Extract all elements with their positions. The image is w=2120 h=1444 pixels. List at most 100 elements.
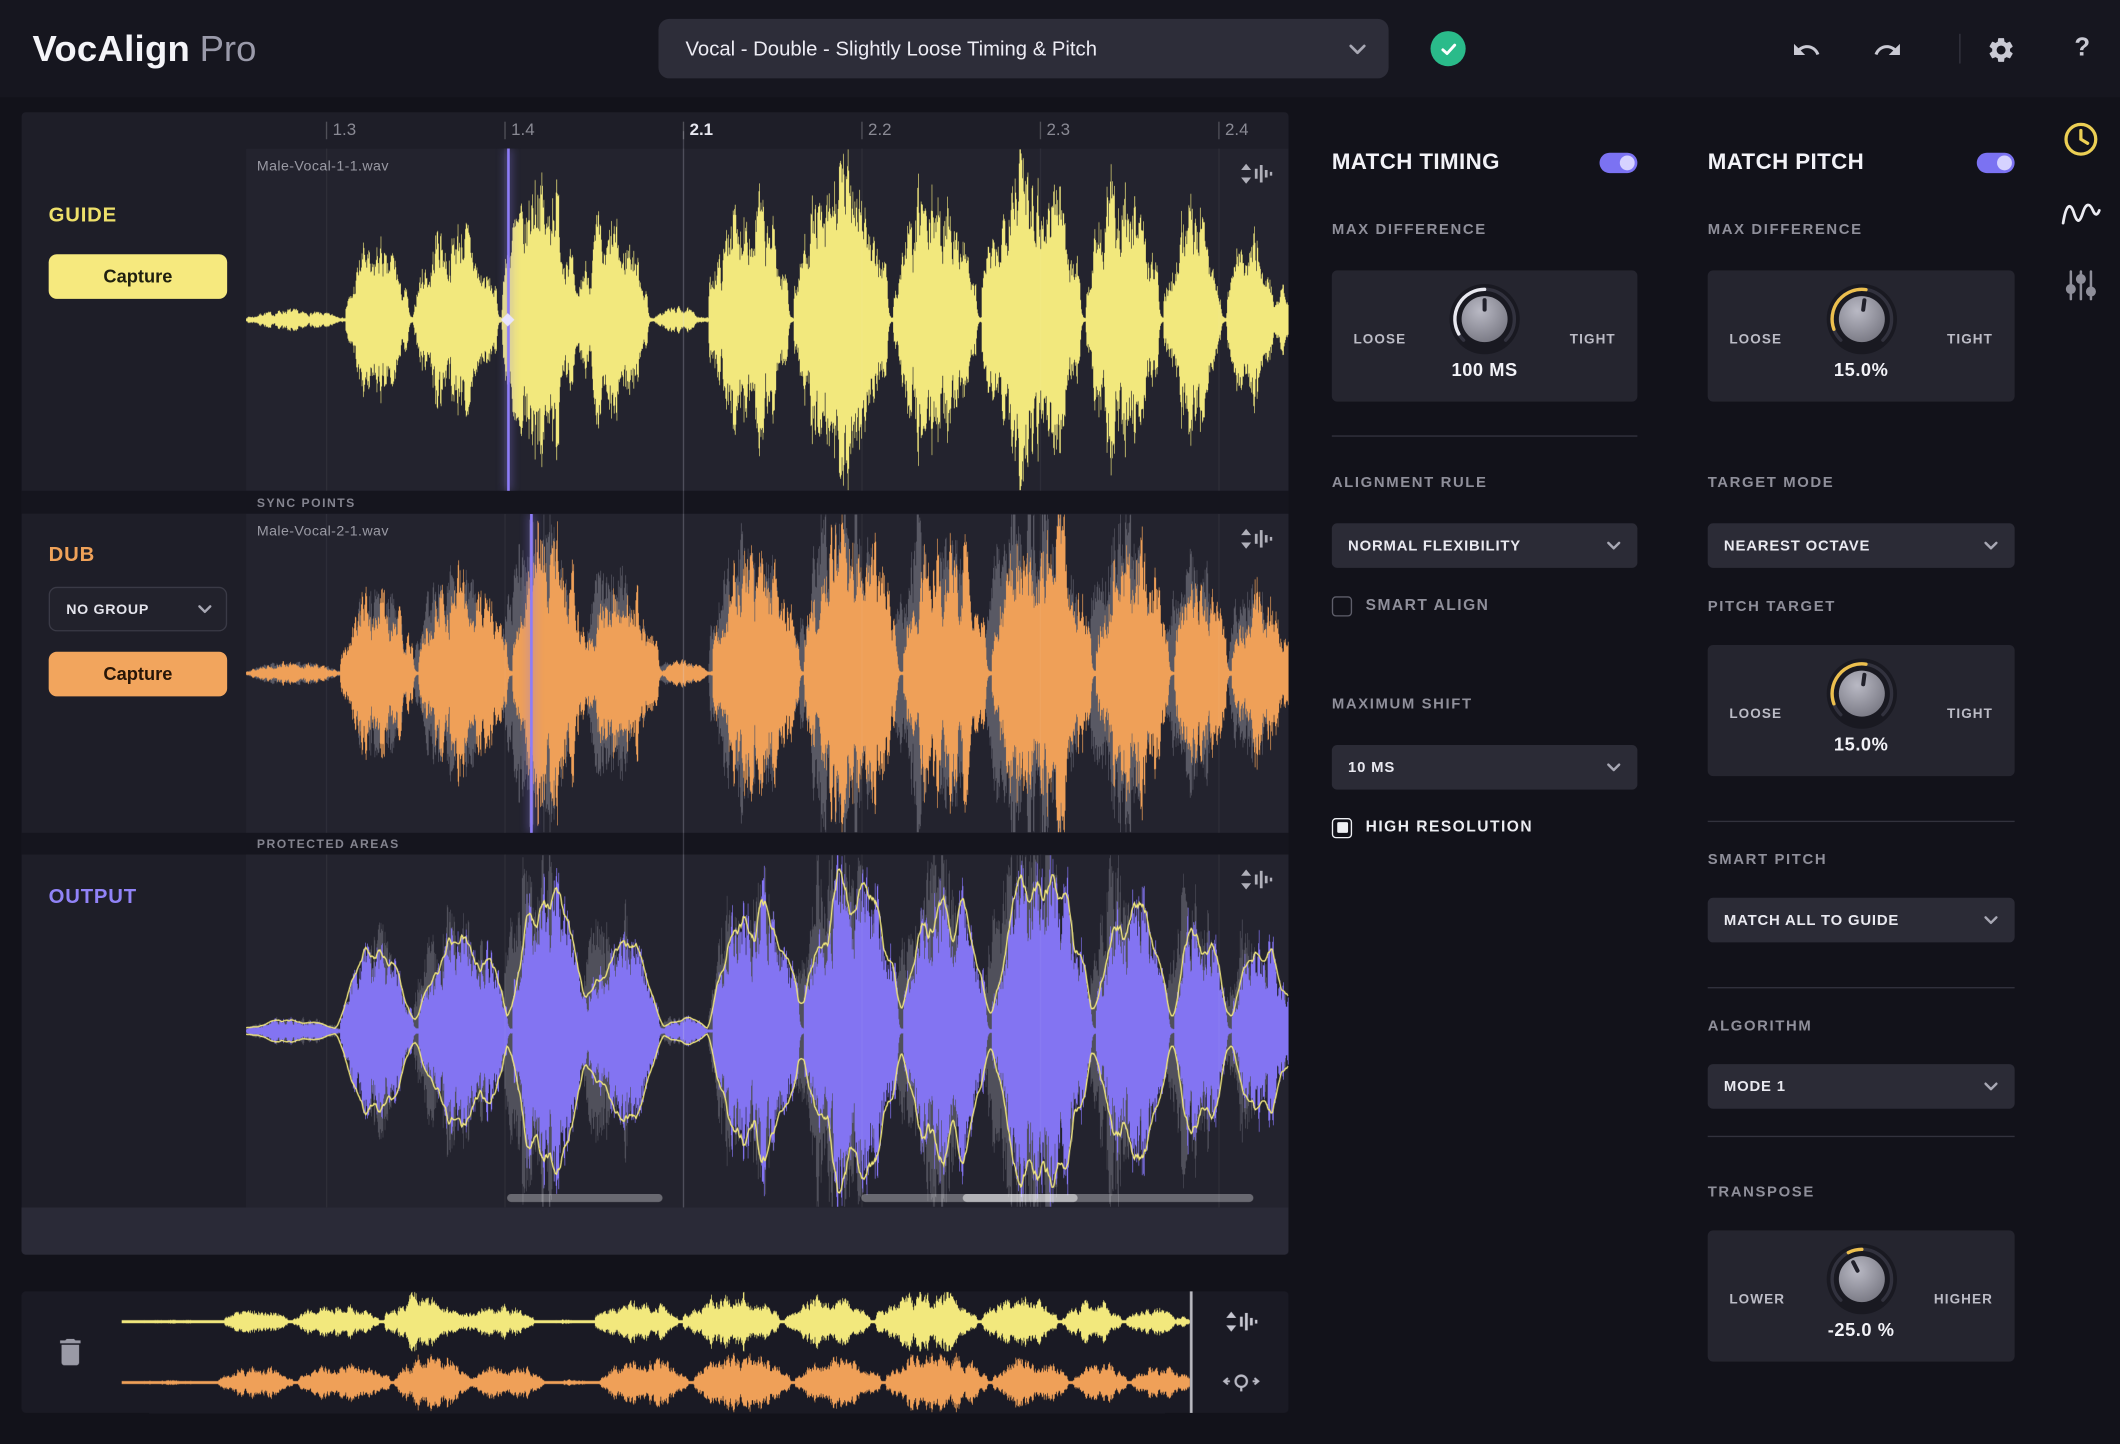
undo-button[interactable] xyxy=(1789,32,1824,67)
settings-button[interactable] xyxy=(1984,32,2019,67)
smart-pitch-dropdown[interactable]: MATCH ALL TO GUIDE xyxy=(1707,897,2015,943)
output-waveform-area[interactable] xyxy=(246,854,1289,1208)
check-icon xyxy=(1440,43,1456,55)
overview-dub-waveform[interactable] xyxy=(121,1352,1190,1413)
toolbar-divider xyxy=(1959,33,1961,64)
guide-capture-button[interactable]: Capture xyxy=(48,254,228,299)
tight-label: TIGHT xyxy=(1569,332,1616,348)
smart-pitch-value: MATCH ALL TO GUIDE xyxy=(1723,911,1900,929)
dub-capture-button[interactable]: Capture xyxy=(48,651,228,697)
pitch-target-control: LOOSE TIGHT 15.0% xyxy=(1707,644,2015,777)
brand-name: VocAlign xyxy=(32,27,191,69)
pitch-target-knob[interactable] xyxy=(1823,656,1899,732)
divider xyxy=(1707,987,2015,989)
checkbox-checked-icon xyxy=(1331,817,1353,838)
dub-waveform[interactable] xyxy=(246,513,1289,833)
pitch-max-difference-value: 15.0% xyxy=(1833,359,1889,380)
toggle-knob xyxy=(1619,154,1635,170)
match-pitch-toggle[interactable] xyxy=(1976,152,2015,173)
match-timing-toggle[interactable] xyxy=(1599,152,1638,173)
chevron-down-icon xyxy=(1349,43,1366,54)
guide-track-label: GUIDE xyxy=(48,204,117,228)
titlebar: VocAlign Pro Vocal - Double - Slightly L… xyxy=(0,0,2120,98)
waveform-scale-icon xyxy=(1241,163,1273,184)
alignment-rule-label: ALIGNMENT RULE xyxy=(1331,474,1488,491)
output-track-label: OUTPUT xyxy=(48,885,137,909)
overview-zoom-button[interactable] xyxy=(1193,1352,1289,1413)
chevron-down-icon xyxy=(1607,541,1621,550)
guide-file-name: Male-Vocal-1-1.wav xyxy=(256,158,389,175)
loose-label: LOOSE xyxy=(1729,332,1783,348)
algorithm-value: MODE 1 xyxy=(1723,1078,1786,1095)
redo-button[interactable] xyxy=(1870,32,1905,67)
dub-waveform-area[interactable]: Male-Vocal-2-1.wav xyxy=(246,513,1289,833)
output-track-header: OUTPUT xyxy=(21,854,247,1208)
transpose-value: -25.0 % xyxy=(1827,1319,1895,1340)
target-mode-label: TARGET MODE xyxy=(1707,474,1835,491)
sync-points-label: SYNC POINTS xyxy=(256,495,356,510)
chevron-down-icon xyxy=(1607,763,1621,772)
pitch-max-difference-knob[interactable] xyxy=(1823,281,1899,357)
help-button[interactable]: ? xyxy=(2065,31,2100,66)
target-mode-value: NEAREST OCTAVE xyxy=(1723,537,1871,554)
dub-track-header: DUB NO GROUP Capture xyxy=(21,513,247,833)
waveform-scale-icon[interactable] xyxy=(1240,868,1273,898)
pitch-view-button[interactable] xyxy=(2054,185,2108,239)
dub-sync-marker[interactable] xyxy=(530,513,533,833)
editor-footer-strip xyxy=(21,1207,1289,1255)
divider xyxy=(1331,435,1638,437)
transpose-knob[interactable] xyxy=(1823,1241,1899,1317)
maximum-shift-value: 10 MS xyxy=(1348,759,1396,776)
alignment-rule-value: NORMAL FLEXIBILITY xyxy=(1348,537,1522,554)
toggle-knob xyxy=(1997,154,2012,170)
output-waveform[interactable] xyxy=(246,854,1289,1208)
sync-points-strip: SYNC POINTS xyxy=(21,490,1289,514)
divider xyxy=(1707,820,2015,823)
overview-guide-waveform[interactable] xyxy=(121,1291,1190,1353)
dub-group-value: NO GROUP xyxy=(66,601,149,618)
target-mode-dropdown[interactable]: NEAREST OCTAVE xyxy=(1707,523,2015,568)
alignment-rule-dropdown[interactable]: NORMAL FLEXIBILITY xyxy=(1331,523,1638,568)
match-pitch-title: MATCH PITCH xyxy=(1707,149,1865,174)
tight-label: TIGHT xyxy=(1947,332,1993,348)
match-timing-title: MATCH TIMING xyxy=(1331,149,1500,174)
dub-file-name: Male-Vocal-2-1.wav xyxy=(256,523,389,540)
protected-areas-strip: PROTECTED AREAS xyxy=(21,832,1289,855)
processed-region-indicator[interactable] xyxy=(507,1193,663,1203)
guide-waveform-area[interactable]: Male-Vocal-1-1.wav xyxy=(246,148,1289,491)
settings-view-button[interactable] xyxy=(2054,258,2108,312)
algorithm-label: ALGORITHM xyxy=(1707,1018,1813,1035)
algorithm-dropdown[interactable]: MODE 1 xyxy=(1707,1064,2015,1109)
overview-section xyxy=(21,1291,1289,1413)
smart-align-label: SMART ALIGN xyxy=(1365,597,1490,614)
maximum-shift-dropdown[interactable]: 10 MS xyxy=(1331,745,1638,790)
guide-track: GUIDE Capture Male-Vocal-1-1.wav xyxy=(21,148,1289,491)
smart-pitch-label: SMART PITCH xyxy=(1707,851,1828,869)
timeline-ruler[interactable]: 1.3 1.4 2.1 2.2 2.3 2.4 xyxy=(22,112,1289,149)
timing-max-difference-control: LOOSE TIGHT 100 MS xyxy=(1331,270,1638,402)
high-resolution-label: HIGH RESOLUTION xyxy=(1365,819,1534,836)
output-track: OUTPUT xyxy=(21,854,1289,1208)
checkbox-unchecked-icon xyxy=(1331,595,1353,616)
guide-sync-marker[interactable] xyxy=(501,148,515,491)
waveform-scale-icon[interactable] xyxy=(1240,162,1273,192)
timing-max-difference-knob[interactable] xyxy=(1447,281,1523,357)
pitch-max-difference-control: LOOSE TIGHT 15.0% xyxy=(1707,270,2015,402)
dub-track-label: DUB xyxy=(48,543,96,567)
waveform-scale-icon[interactable] xyxy=(1240,527,1273,557)
dub-group-dropdown[interactable]: NO GROUP xyxy=(48,586,228,632)
smart-align-checkbox[interactable]: SMART ALIGN xyxy=(1331,595,1490,617)
match-pitch-panel: MATCH PITCH MAX DIFFERENCE LOOSE TIGHT 1… xyxy=(1707,112,2015,1383)
higher-label: HIGHER xyxy=(1933,1292,1993,1308)
high-resolution-checkbox[interactable]: HIGH RESOLUTION xyxy=(1331,817,1534,839)
timing-view-button[interactable] xyxy=(2054,112,2108,166)
chevron-down-icon xyxy=(1984,916,1998,925)
processed-region-indicator[interactable] xyxy=(861,1193,1254,1203)
zoom-icon xyxy=(1221,1374,1260,1392)
overview-scale-button[interactable] xyxy=(1193,1291,1289,1352)
preset-selector[interactable]: Vocal - Double - Slightly Loose Timing &… xyxy=(658,18,1389,79)
transpose-label: TRANSPOSE xyxy=(1707,1184,1815,1201)
vocalign-window: VocAlign Pro Vocal - Double - Slightly L… xyxy=(0,0,2120,1444)
delete-button[interactable] xyxy=(22,1291,119,1413)
guide-waveform[interactable] xyxy=(246,148,1289,491)
